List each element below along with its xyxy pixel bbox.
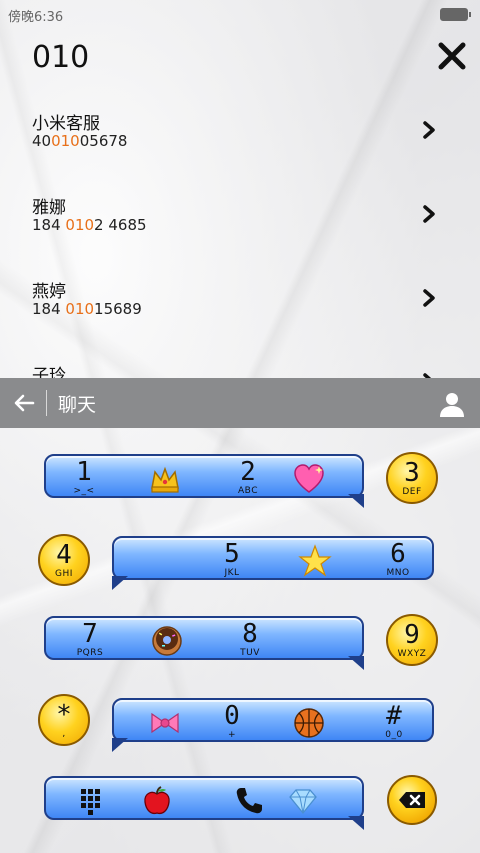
number-prefix: 40 xyxy=(32,132,52,150)
backspace-icon xyxy=(387,775,437,825)
key-letters: JKL xyxy=(224,568,240,578)
number-match: 010 xyxy=(65,216,95,234)
key-1[interactable]: 1 >_< xyxy=(54,456,114,500)
key-letters: >_< xyxy=(73,486,95,496)
key-digit: 3 xyxy=(404,458,420,488)
contact-number: 184 0102 4685 xyxy=(32,216,147,234)
key-8[interactable]: 8 TUV xyxy=(220,618,280,662)
contact-number: 4001005678 xyxy=(32,132,127,150)
keypad-row-2: 5 JKL 6 MNO xyxy=(112,536,434,590)
star-icon[interactable] xyxy=(298,544,332,578)
keypad-row-1: 1 >_< 2 ABC xyxy=(44,454,364,508)
chat-title[interactable]: 聊天 xyxy=(58,390,96,417)
contact-name: 小米客服 xyxy=(32,114,100,134)
number-prefix: 184 xyxy=(32,216,66,234)
key-digit: 2 xyxy=(240,457,256,487)
key-letters: 0_0 xyxy=(385,730,403,740)
key-7[interactable]: 7 PQRS xyxy=(60,618,120,662)
contact-row[interactable]: 小米客服 4001005678 xyxy=(0,98,480,182)
key-0[interactable]: 0 + xyxy=(202,700,262,744)
key-digit: # xyxy=(386,701,402,731)
key-letters: GHI xyxy=(55,569,73,579)
key-hash[interactable]: # 0_0 xyxy=(364,700,424,744)
close-button[interactable] xyxy=(434,38,470,74)
number-prefix: 184 xyxy=(32,300,66,318)
keypad-row-5 xyxy=(44,776,364,830)
key-3[interactable]: 3 DEF xyxy=(386,452,438,504)
key-digit: 9 xyxy=(404,620,420,650)
number-match: 010 xyxy=(65,300,95,318)
contact-name: 燕婷 xyxy=(32,282,66,302)
number-match: 010 xyxy=(51,132,80,150)
bow-icon[interactable] xyxy=(148,706,182,740)
contact-number: 184 01015689 xyxy=(32,300,142,318)
key-digit: 1 xyxy=(76,457,92,487)
contacts-button[interactable] xyxy=(438,390,466,418)
keypad-row-4: 0 + # 0_0 xyxy=(112,698,434,752)
key-9[interactable]: 9 WXYZ xyxy=(386,614,438,666)
dialed-number: 010 xyxy=(32,40,90,75)
key-digit: 8 xyxy=(242,619,258,649)
contact-name: 子玲 xyxy=(32,366,66,378)
contact-results: 小米客服 4001005678 雅娜 184 0102 4685 燕婷 184 … xyxy=(0,98,480,378)
chevron-right-icon[interactable] xyxy=(422,204,436,224)
key-2[interactable]: 2 ABC xyxy=(218,456,278,500)
diamond-icon[interactable] xyxy=(286,784,320,818)
key-digit: * xyxy=(56,700,72,730)
key-letters: MNO xyxy=(386,568,410,578)
key-6[interactable]: 6 MNO xyxy=(368,538,428,582)
key-letters: PQRS xyxy=(76,648,104,658)
arrow-left-icon xyxy=(14,394,35,412)
crown-icon[interactable] xyxy=(148,462,182,496)
key-digit: 0 xyxy=(224,701,240,731)
chat-bar: 聊天 xyxy=(0,378,480,428)
apple-icon[interactable] xyxy=(140,784,174,818)
dialpad-icon[interactable] xyxy=(74,784,108,818)
close-icon xyxy=(438,42,466,70)
keypad-row-3: 7 PQRS 8 TUV xyxy=(44,616,364,670)
donut-icon[interactable] xyxy=(150,624,184,658)
key-letters: DEF xyxy=(402,487,422,497)
number-suffix: 15689 xyxy=(94,300,142,318)
key-digit: 5 xyxy=(224,539,240,569)
key-letters: TUV xyxy=(240,648,260,658)
key-digit: 6 xyxy=(390,539,406,569)
key-5[interactable]: 5 JKL xyxy=(202,538,262,582)
phone-icon[interactable] xyxy=(232,784,266,818)
key-letters: WXYZ xyxy=(397,649,427,659)
back-button[interactable] xyxy=(12,392,36,414)
key-letters: , xyxy=(62,729,66,739)
key-digit: 4 xyxy=(56,540,72,570)
divider xyxy=(46,390,47,416)
contact-row[interactable]: 燕婷 184 01015689 xyxy=(0,266,480,350)
contact-row[interactable]: 雅娜 184 0102 4685 xyxy=(0,182,480,266)
person-icon xyxy=(440,393,464,417)
battery-icon xyxy=(440,8,471,21)
key-letters: ABC xyxy=(238,486,258,496)
contact-name: 雅娜 xyxy=(32,198,66,218)
number-suffix: 05678 xyxy=(79,132,128,150)
key-letters: + xyxy=(227,730,237,740)
delete-button[interactable] xyxy=(386,774,438,826)
chevron-right-icon[interactable] xyxy=(422,288,436,308)
number-suffix: 2 4685 xyxy=(94,216,147,234)
contact-row[interactable]: 子玲 xyxy=(0,350,480,378)
basketball-icon[interactable] xyxy=(292,706,326,740)
key-digit: 7 xyxy=(82,619,98,649)
status-bar: 傍晚6:36 xyxy=(0,0,480,28)
key-star[interactable]: * , xyxy=(38,694,90,746)
status-time: 傍晚6:36 xyxy=(8,10,64,25)
key-4[interactable]: 4 GHI xyxy=(38,534,90,586)
chevron-right-icon[interactable] xyxy=(422,120,436,140)
heart-icon[interactable] xyxy=(292,462,326,496)
